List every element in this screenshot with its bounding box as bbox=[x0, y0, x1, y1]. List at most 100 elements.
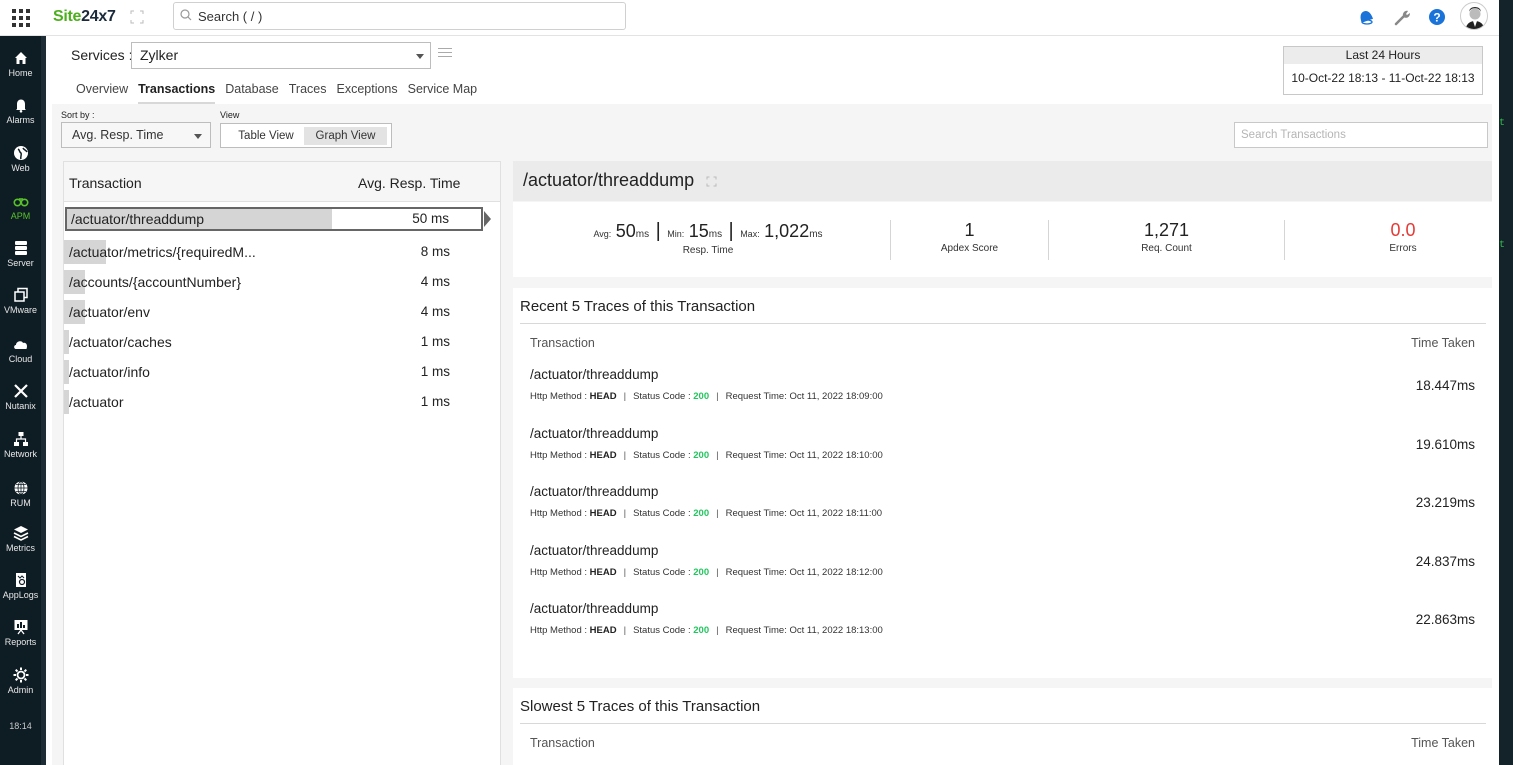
fullscreen-icon[interactable] bbox=[706, 176, 717, 187]
sidebar-item-alarms[interactable]: Alarms bbox=[0, 97, 41, 143]
time-range-value[interactable]: 10-Oct-22 18:13 - 11-Oct-22 18:13 bbox=[1284, 64, 1482, 92]
sidebar-item-admin[interactable]: Admin bbox=[0, 667, 41, 697]
sidebar-item-cloud[interactable]: Cloud bbox=[0, 336, 41, 382]
table-view-button[interactable]: Table View bbox=[227, 127, 305, 145]
tab-service-map[interactable]: Service Map bbox=[408, 82, 477, 104]
site24x7-logo[interactable]: Site24x7 bbox=[53, 8, 116, 26]
trace-name[interactable]: /actuator/threaddump bbox=[530, 367, 658, 382]
top-bar: Site24x7 ? bbox=[0, 0, 1499, 36]
sidebar-item-rum[interactable]: RUM bbox=[0, 480, 41, 526]
global-search-input[interactable] bbox=[198, 6, 618, 26]
expand-icon[interactable] bbox=[130, 10, 144, 24]
request-time-label: Request Time: bbox=[725, 566, 787, 578]
trace-meta: Http Method : HEAD | Status Code : 200 | Req… bbox=[530, 508, 882, 519]
tab-database[interactable]: Database bbox=[225, 82, 279, 104]
request-time-value: Oct 11, 2022 18:11:00 bbox=[789, 508, 883, 519]
transaction-row[interactable]: /actuator/env 4 ms bbox=[64, 300, 484, 324]
request-time-label: Request Time: bbox=[725, 391, 787, 402]
trace-name[interactable]: /actuator/threaddump bbox=[530, 484, 658, 499]
binoculars-icon bbox=[12, 198, 29, 207]
sidebar-item-home[interactable]: Home bbox=[0, 50, 41, 96]
sidebar-item-vmware[interactable]: VMware bbox=[0, 287, 41, 333]
tab-overview[interactable]: Overview bbox=[76, 82, 128, 104]
list-menu-icon[interactable] bbox=[438, 48, 452, 60]
transaction-row[interactable]: /accounts/{accountNumber} 4 ms bbox=[64, 270, 484, 294]
sidebar-label: Network bbox=[3, 449, 37, 459]
transaction-row[interactable]: /actuator 1 ms bbox=[64, 390, 484, 414]
layers-icon bbox=[13, 526, 28, 541]
trace-row[interactable]: /actuator/threaddump Http Method : HEAD | S… bbox=[513, 484, 1492, 534]
gear-icon bbox=[13, 667, 28, 683]
tab-traces[interactable]: Traces bbox=[289, 82, 327, 104]
trace-row[interactable]: /actuator/threaddump Http Method : HEAD | S… bbox=[513, 367, 1492, 417]
sidebar-item-web[interactable]: Web bbox=[0, 145, 41, 191]
sidebar-item-metrics[interactable]: Metrics bbox=[0, 525, 41, 571]
transaction-row[interactable]: /actuator/metrics/{requiredM... 8 ms bbox=[64, 240, 484, 264]
help-icon[interactable]: ? bbox=[1427, 7, 1447, 27]
transaction-row[interactable]: /actuator/threaddump 50 ms bbox=[65, 207, 491, 231]
sidebar-label: AppLogs bbox=[2, 590, 39, 600]
http-method-value: HEAD bbox=[589, 391, 617, 402]
trace-meta: Http Method : HEAD | Status Code : 200 | Req… bbox=[530, 391, 883, 402]
apdex-value: 1 bbox=[964, 220, 975, 240]
sidebar-item-nutanix[interactable]: Nutanix bbox=[0, 383, 41, 429]
sidebar-item-applogs[interactable]: AppLogs bbox=[0, 572, 41, 618]
request-time-label: Request Time: bbox=[725, 449, 787, 461]
trace-name[interactable]: /actuator/threaddump bbox=[530, 426, 658, 441]
slowest-traces-card: Slowest 5 Traces of this Transaction Tra… bbox=[513, 688, 1492, 765]
trace-row[interactable]: /actuator/threaddump Http Method : HEAD | S… bbox=[513, 601, 1492, 651]
sidebar-label: Home bbox=[8, 68, 33, 78]
request-time-value: Oct 11, 2022 18:09:00 bbox=[789, 391, 883, 402]
sidebar-item-server[interactable]: Server bbox=[0, 240, 41, 286]
status-code-value: 200 bbox=[693, 625, 710, 636]
sidebar: Home Alarms Web APM Server VMware Cloud … bbox=[0, 36, 41, 765]
request-time-value: Oct 11, 2022 18:12:00 bbox=[789, 566, 883, 578]
trace-name[interactable]: /actuator/threaddump bbox=[530, 601, 658, 616]
column-avg-resp-time[interactable]: Avg. Resp. Time bbox=[358, 175, 460, 191]
request-time-value: Oct 11, 2022 18:10:00 bbox=[789, 449, 883, 461]
sidebar-item-apm[interactable]: APM bbox=[0, 193, 41, 239]
sidebar-item-reports[interactable]: Reports bbox=[0, 619, 41, 665]
sort-by-label: Sort by : bbox=[61, 110, 95, 120]
column-transaction: Transaction bbox=[530, 336, 595, 350]
apps-grid-icon[interactable] bbox=[12, 9, 30, 27]
time-taken-value: 19.610ms bbox=[1415, 436, 1475, 452]
sidebar-label: Metrics bbox=[6, 543, 35, 553]
sidebar-item-network[interactable]: Network bbox=[0, 431, 41, 477]
http-method-value: HEAD bbox=[589, 508, 617, 519]
global-search[interactable] bbox=[173, 2, 626, 30]
sidebar-label: APM bbox=[10, 211, 31, 221]
applogs-icon bbox=[15, 573, 26, 587]
search-transactions[interactable] bbox=[1234, 122, 1488, 148]
tab-exceptions[interactable]: Exceptions bbox=[336, 82, 397, 104]
transaction-avg-time: 8 ms bbox=[420, 244, 450, 259]
sidebar-label: RUM bbox=[10, 498, 31, 508]
column-transaction[interactable]: Transaction bbox=[69, 175, 142, 191]
graph-view-button[interactable]: Graph View bbox=[304, 127, 387, 145]
sidebar-label: VMware bbox=[3, 305, 37, 315]
time-range-title: Last 24 Hours bbox=[1284, 47, 1482, 64]
trace-row[interactable]: /actuator/threaddump Http Method : HEAD | S… bbox=[513, 426, 1492, 476]
unit: ms bbox=[809, 229, 823, 240]
sidebar-label: Nutanix bbox=[5, 401, 36, 411]
chevron-down-icon bbox=[194, 134, 202, 139]
trace-name[interactable]: /actuator/threaddump bbox=[530, 543, 658, 558]
search-transactions-input[interactable] bbox=[1235, 123, 1487, 147]
time-taken-value: 24.837ms bbox=[1415, 553, 1475, 569]
http-method-label: Http Method : bbox=[530, 391, 588, 402]
time-range-picker[interactable]: Last 24 Hours 10-Oct-22 18:13 - 11-Oct-2… bbox=[1283, 46, 1483, 95]
status-code-label: Status Code : bbox=[633, 449, 691, 461]
status-code-label: Status Code : bbox=[633, 391, 691, 402]
trace-meta: Http Method : HEAD | Status Code : 200 | Req… bbox=[530, 450, 883, 461]
user-avatar[interactable] bbox=[1460, 2, 1488, 30]
column-transaction: Transaction bbox=[530, 736, 595, 750]
wrench-icon[interactable] bbox=[1392, 7, 1412, 27]
transaction-row[interactable]: /actuator/caches 1 ms bbox=[64, 330, 484, 354]
services-dropdown[interactable]: Zylker bbox=[131, 42, 431, 69]
tab-transactions[interactable]: Transactions bbox=[138, 82, 216, 104]
column-time-taken: Time Taken bbox=[1411, 736, 1475, 750]
sort-by-dropdown[interactable]: Avg. Resp. Time bbox=[61, 122, 211, 148]
notification-bell-icon[interactable] bbox=[1356, 7, 1376, 27]
transaction-row[interactable]: /actuator/info 1 ms bbox=[64, 360, 484, 384]
trace-row[interactable]: /actuator/threaddump Http Method : HEAD | S… bbox=[513, 543, 1492, 593]
